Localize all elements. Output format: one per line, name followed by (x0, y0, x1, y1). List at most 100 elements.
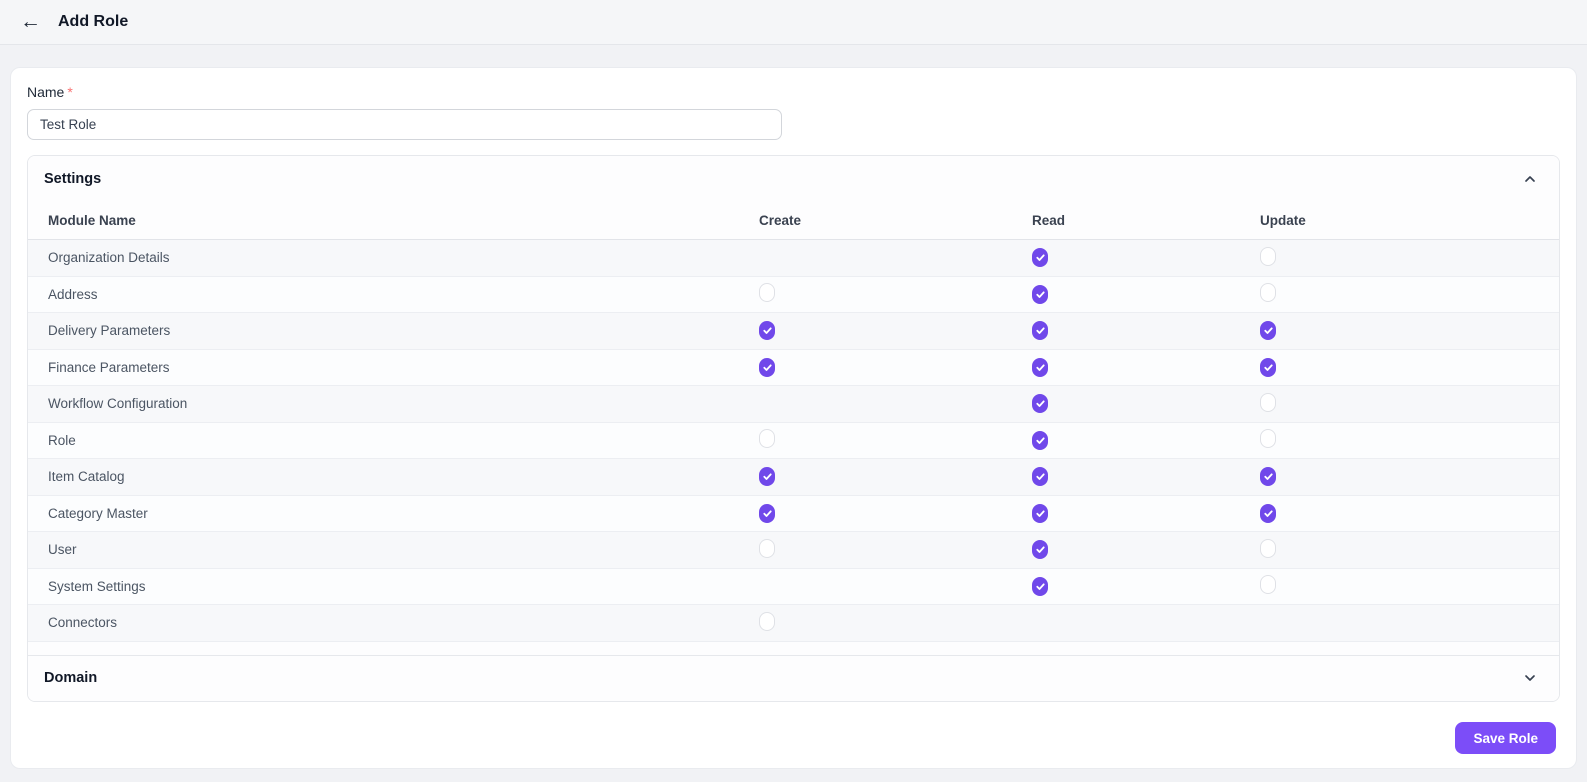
read-cell (1032, 503, 1260, 523)
module-name: System Settings (48, 578, 146, 594)
read-cell (1032, 540, 1260, 560)
update-checkbox[interactable] (1260, 321, 1276, 341)
create-checkbox[interactable] (759, 538, 775, 558)
column-header-module-name: Module Name (48, 213, 136, 228)
column-header-create: Create (759, 213, 802, 228)
read-checkbox[interactable] (1032, 430, 1048, 450)
read-checkbox[interactable] (1032, 357, 1048, 377)
create-checkbox[interactable] (759, 503, 775, 523)
module-name: Workflow Configuration (48, 396, 188, 412)
module-name: Delivery Parameters (48, 323, 171, 339)
module-name: Item Catalog (48, 469, 125, 485)
update-cell (1260, 246, 1559, 269)
module-name: Category Master (48, 505, 148, 521)
update-cell (1260, 538, 1559, 561)
read-checkbox[interactable] (1032, 540, 1048, 560)
name-field-group: Name * (27, 84, 1560, 140)
create-cell (759, 429, 1032, 451)
table-row: Organization Details (28, 240, 1559, 277)
top-bar: ← Add Role (0, 0, 1587, 45)
create-cell (759, 538, 1032, 561)
read-checkbox[interactable] (1032, 248, 1048, 268)
update-checkbox[interactable] (1260, 467, 1276, 487)
create-checkbox[interactable] (759, 357, 775, 377)
update-cell (1260, 392, 1559, 415)
settings-section-header[interactable]: Settings (28, 156, 1559, 202)
module-name: Connectors (48, 615, 118, 631)
create-checkbox[interactable] (759, 429, 775, 449)
update-cell (1260, 503, 1559, 523)
table-row: System Settings (28, 568, 1559, 605)
update-checkbox[interactable] (1260, 538, 1276, 558)
read-checkbox[interactable] (1032, 321, 1048, 341)
create-cell (759, 357, 1032, 377)
read-checkbox[interactable] (1032, 284, 1048, 304)
update-cell (1260, 429, 1559, 451)
update-checkbox[interactable] (1260, 575, 1276, 595)
create-checkbox[interactable] (759, 467, 775, 487)
update-cell (1260, 321, 1559, 341)
back-arrow-icon[interactable]: ← (20, 11, 41, 32)
module-name: Organization Details (48, 250, 170, 266)
chevron-down-icon (1523, 671, 1537, 685)
read-checkbox[interactable] (1032, 503, 1048, 523)
table-row: Finance Parameters (28, 349, 1559, 386)
table-row: Address (28, 276, 1559, 313)
table-row: Delivery Parameters (28, 313, 1559, 350)
domain-section-header[interactable]: Domain (28, 654, 1559, 701)
settings-section: Settings Module Name Create Read Update … (28, 156, 1559, 655)
create-cell (759, 611, 1032, 634)
read-cell (1032, 394, 1260, 414)
settings-section-title: Settings (44, 171, 102, 187)
update-cell (1260, 467, 1559, 487)
domain-section-title: Domain (44, 670, 98, 686)
column-header-read: Read (1032, 213, 1066, 228)
read-cell (1032, 430, 1260, 450)
permissions-rows: Organization Details Address Delivery Pa… (28, 240, 1559, 642)
add-role-card: Name* Settings Module Name Create Read U… (10, 67, 1577, 769)
read-checkbox[interactable] (1032, 467, 1048, 487)
read-cell (1032, 467, 1260, 487)
read-cell (1032, 576, 1260, 596)
create-checkbox[interactable] (759, 283, 775, 303)
table-row: Connectors (28, 605, 1559, 642)
module-name: Address (48, 286, 98, 302)
update-checkbox[interactable] (1260, 357, 1276, 377)
update-cell (1260, 357, 1559, 377)
settings-section-footer (28, 641, 1559, 655)
save-role-button[interactable]: Save Role (1455, 722, 1556, 754)
read-checkbox[interactable] (1032, 394, 1048, 414)
name-label: Name (27, 84, 65, 100)
page-title: Add Role (58, 13, 129, 30)
update-cell (1260, 283, 1559, 305)
create-cell (759, 503, 1032, 523)
column-header-update: Update (1260, 213, 1306, 228)
create-cell (759, 283, 1032, 305)
update-checkbox[interactable] (1260, 392, 1276, 412)
module-name: Finance Parameters (48, 359, 170, 375)
table-row: Category Master (28, 495, 1559, 532)
read-checkbox[interactable] (1032, 576, 1048, 596)
create-cell (759, 321, 1032, 341)
chevron-up-icon (1523, 172, 1537, 186)
required-asterisk: * (67, 84, 73, 100)
create-cell (759, 467, 1032, 487)
permissions-accordion: Settings Module Name Create Read Update … (27, 155, 1560, 702)
update-checkbox[interactable] (1260, 246, 1276, 266)
name-input[interactable] (27, 109, 782, 140)
read-cell (1032, 321, 1260, 341)
update-checkbox[interactable] (1260, 283, 1276, 303)
table-row: Role (28, 422, 1559, 459)
table-row: User (28, 532, 1559, 569)
update-checkbox[interactable] (1260, 503, 1276, 523)
update-checkbox[interactable] (1260, 429, 1276, 449)
table-row: Item Catalog (28, 459, 1559, 496)
module-name: Role (48, 432, 76, 448)
update-cell (1260, 575, 1559, 597)
module-name: User (48, 542, 77, 558)
table-header-row: Module Name Create Read Update (28, 202, 1559, 240)
create-checkbox[interactable] (759, 611, 775, 631)
create-checkbox[interactable] (759, 321, 775, 341)
read-cell (1032, 248, 1260, 268)
read-cell (1032, 284, 1260, 304)
